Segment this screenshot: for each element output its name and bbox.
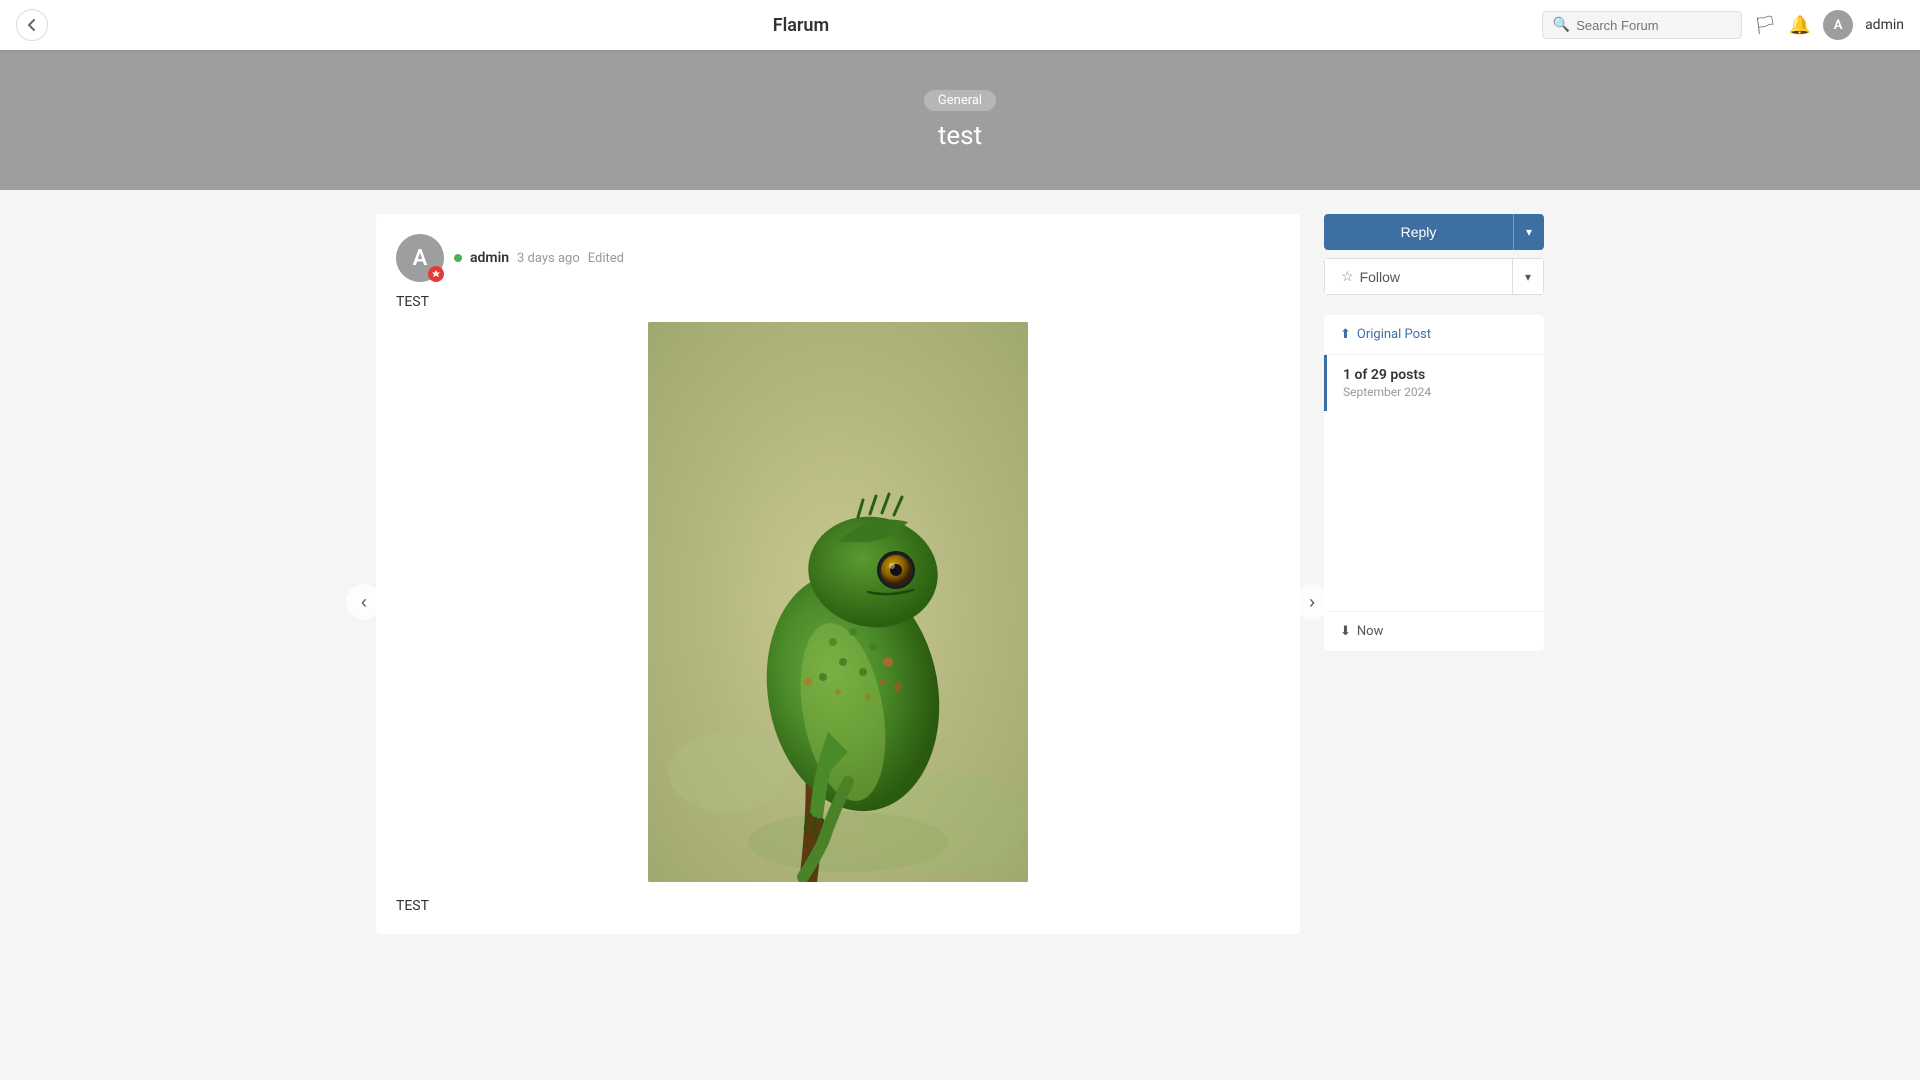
- post-area: A admin 3 days ago Edited TEST: [376, 214, 1300, 936]
- post-footer-text: TEST: [396, 898, 1280, 914]
- follow-button[interactable]: ☆ Follow: [1324, 258, 1513, 295]
- post-image[interactable]: [648, 322, 1028, 882]
- sidebar-actions: Reply ▾ ☆ Follow ▾: [1324, 214, 1544, 295]
- post-meta: admin 3 days ago Edited: [454, 250, 624, 266]
- avatar-wrap: A: [396, 234, 444, 282]
- hero-banner: General test: [0, 50, 1920, 190]
- sidebar: Reply ▾ ☆ Follow ▾ ⬆ Original Post: [1324, 214, 1544, 936]
- avatar[interactable]: A: [1823, 10, 1853, 40]
- post: A admin 3 days ago Edited TEST: [376, 214, 1300, 934]
- next-image-button[interactable]: ›: [1294, 584, 1330, 620]
- header-right: 🔍 🏳 🔔 A admin: [1542, 10, 1904, 40]
- original-post-link[interactable]: ⬆ Original Post: [1324, 315, 1544, 355]
- post-time: 3 days ago: [517, 251, 580, 266]
- post-meta-row: admin 3 days ago Edited: [454, 250, 624, 266]
- follow-label: Follow: [1360, 269, 1400, 285]
- original-post-icon: ⬆: [1340, 327, 1351, 342]
- category-tag[interactable]: General: [924, 90, 996, 111]
- back-button[interactable]: [16, 9, 48, 41]
- post-header: A admin 3 days ago Edited: [396, 234, 1280, 282]
- now-link[interactable]: ⬇ Now: [1324, 611, 1544, 651]
- header: Flarum 🔍 🏳 🔔 A admin: [0, 0, 1920, 50]
- now-label: Now: [1357, 624, 1383, 639]
- search-input[interactable]: [1576, 18, 1731, 33]
- post-count-text: 1 of 29 posts: [1343, 367, 1528, 383]
- sidebar-section: ⬆ Original Post 1 of 29 posts September …: [1324, 315, 1544, 651]
- post-image-container: ‹: [396, 322, 1280, 882]
- original-post-label: Original Post: [1357, 327, 1431, 342]
- search-icon: 🔍: [1553, 17, 1570, 33]
- follow-button-group: ☆ Follow ▾: [1324, 258, 1544, 295]
- post-count-section: 1 of 29 posts September 2024: [1324, 355, 1544, 411]
- star-icon: ☆: [1341, 268, 1354, 285]
- username-label[interactable]: admin: [1865, 17, 1904, 33]
- online-indicator: [454, 254, 462, 262]
- now-icon: ⬇: [1340, 624, 1351, 639]
- follow-dropdown-arrow: ▾: [1525, 270, 1531, 284]
- prev-image-button[interactable]: ‹: [346, 584, 382, 620]
- post-count-date: September 2024: [1343, 385, 1528, 399]
- post-body-text: TEST: [396, 294, 1280, 310]
- reply-dropdown-button[interactable]: ▾: [1513, 214, 1544, 250]
- follow-dropdown-button[interactable]: ▾: [1513, 258, 1544, 295]
- post-author[interactable]: admin: [470, 250, 509, 266]
- post-edited: Edited: [588, 251, 624, 266]
- search-bar[interactable]: 🔍: [1542, 11, 1742, 39]
- post-title: test: [938, 121, 982, 151]
- admin-badge: [428, 266, 444, 282]
- reply-button-group: Reply ▾: [1324, 214, 1544, 250]
- reply-dropdown-arrow: ▾: [1526, 225, 1532, 239]
- chameleon-svg: [648, 322, 1028, 882]
- reply-button[interactable]: Reply: [1324, 214, 1513, 250]
- flag-icon[interactable]: 🏳: [1754, 15, 1777, 36]
- main-layout: A admin 3 days ago Edited TEST: [360, 190, 1560, 960]
- app-title: Flarum: [60, 15, 1542, 36]
- timeline-area: [1324, 411, 1544, 611]
- bell-icon[interactable]: 🔔: [1789, 15, 1811, 36]
